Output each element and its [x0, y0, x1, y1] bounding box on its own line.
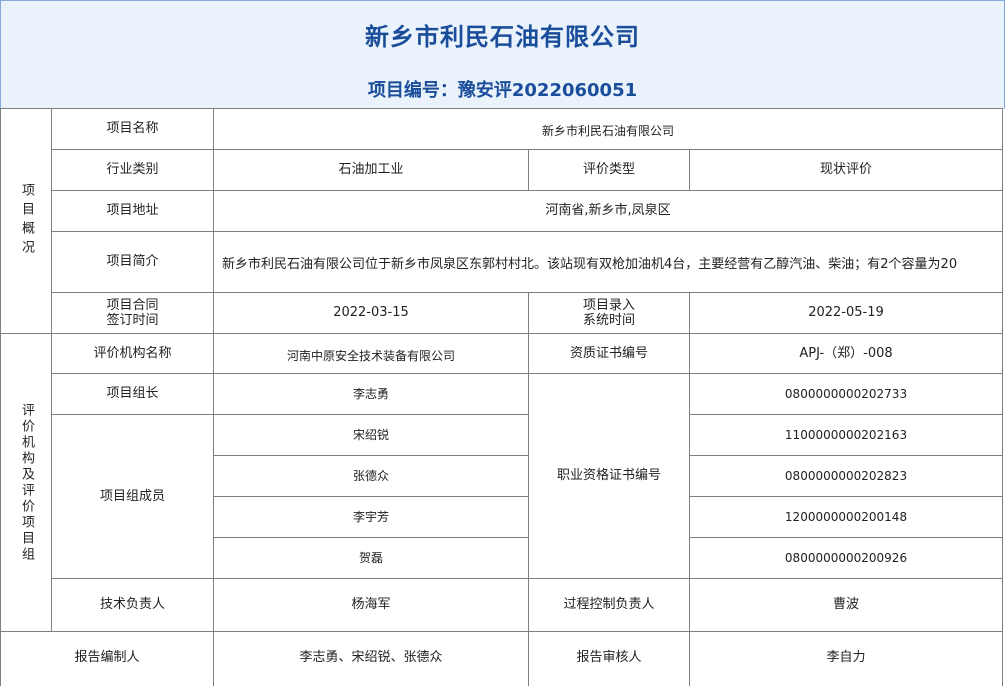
- org-name-label: 评价机构名称: [93, 345, 172, 361]
- report-reviewer-value: 李自力: [826, 650, 866, 665]
- report-author-value: 李志勇、宋绍锐、张德众: [299, 650, 443, 665]
- org-name-value: 河南中原安全技术装备有限公司: [286, 348, 455, 363]
- members-label: 项目组成员: [99, 488, 165, 504]
- entry-date-label: 项目录入 系统时间: [582, 298, 635, 328]
- member-name: 张德众: [352, 469, 389, 483]
- member-name: 贺磊: [358, 551, 383, 565]
- industry-label: 行业类别: [106, 162, 159, 177]
- member-cert: 1200000000200148: [784, 510, 908, 524]
- company-title: 新乡市利民石油有限公司: [365, 23, 640, 51]
- process-lead-value: 曹波: [832, 597, 859, 612]
- qualification-label: 职业资格证书编号: [556, 468, 661, 483]
- member-cert: 1100000000202163: [784, 428, 908, 442]
- project-name-value: 新乡市利民石油有限公司: [541, 124, 674, 138]
- tech-lead-label: 技术负责人: [99, 597, 165, 612]
- member-name: 李宇芳: [352, 510, 389, 524]
- report-author-label: 报告编制人: [74, 650, 140, 665]
- org-section-label: 评价机构及评价项目组: [19, 402, 34, 563]
- contract-date-label: 项目合同 签订时间: [106, 298, 159, 328]
- address-label: 项目地址: [106, 203, 159, 218]
- member-cert: 0800000000202823: [784, 469, 908, 483]
- evaluation-report-page: 新乡市利民石油有限公司 项目编号：豫安评2022060051 项目概况 评价机构…: [0, 0, 1005, 686]
- report-header: 新乡市利民石油有限公司 项目编号：豫安评2022060051: [0, 0, 1005, 109]
- entry-date-value: 2022-05-19: [808, 305, 884, 320]
- industry-value: 石油加工业: [338, 162, 404, 177]
- leader-name: 李志勇: [352, 387, 389, 401]
- eval-type-value: 现状评价: [819, 162, 872, 177]
- process-lead-label: 过程控制负责人: [563, 597, 655, 612]
- project-number-value: 豫安评2022060051: [457, 80, 638, 101]
- intro-label: 项目简介: [106, 254, 159, 269]
- intro-value: 新乡市利民石油有限公司位于新乡市凤泉区东郭村村北。该站现有双枪加油机4台，主要经…: [222, 257, 958, 272]
- leader-cert: 0800000000202733: [784, 387, 908, 401]
- leader-label: 项目组长: [106, 386, 159, 401]
- address-value: 河南省,新乡市,凤泉区: [545, 203, 671, 218]
- contract-date-value: 2022-03-15: [333, 305, 409, 320]
- project-name-label: 项目名称: [106, 121, 159, 136]
- eval-type-label: 评价类型: [582, 162, 635, 177]
- cert-label: 资质证书编号: [569, 345, 648, 361]
- member-cert: 0800000000200926: [784, 551, 908, 565]
- overview-section-label: 项目概况: [19, 183, 34, 259]
- project-number-label: 项目编号：: [367, 80, 458, 101]
- project-number: 项目编号：豫安评2022060051: [1, 76, 1004, 102]
- report-reviewer-label: 报告审核人: [576, 650, 642, 665]
- member-name: 宋绍锐: [352, 428, 389, 442]
- cert-value: APJ-（郑）-008: [799, 345, 893, 361]
- tech-lead-value: 杨海军: [351, 597, 391, 612]
